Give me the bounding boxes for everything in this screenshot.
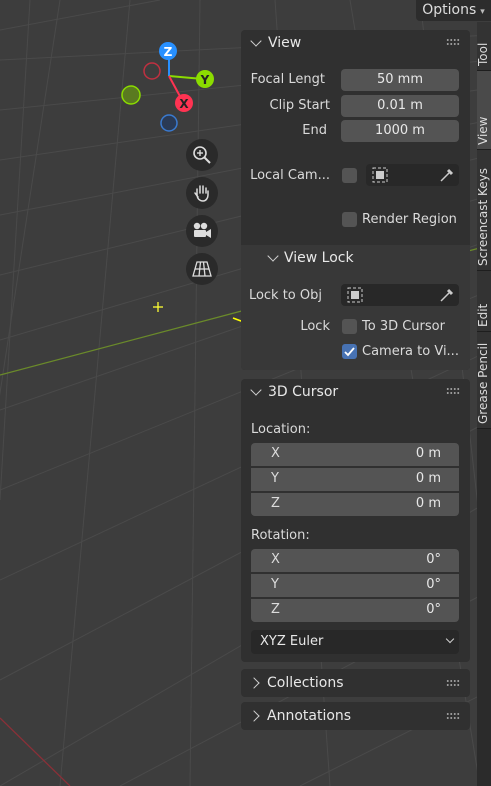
rotation-z-field[interactable]: Z 0° — [251, 599, 459, 622]
camera-to-view-label: Camera to Vi... — [362, 344, 459, 359]
pan-button[interactable] — [186, 177, 218, 209]
tab-screencast-keys[interactable]: Screencast Keys — [477, 150, 491, 271]
sidebar-tabs: Tool View Screencast Keys Edit Grease Pe… — [477, 22, 491, 786]
render-region-label: Render Region — [362, 212, 457, 227]
chevron-right-icon — [248, 710, 260, 722]
axis-value: 0° — [426, 552, 441, 567]
location-z-field[interactable]: Z 0 m — [251, 493, 459, 516]
3d-cursor-marker — [153, 302, 163, 312]
view-lock-subpanel: View Lock Lock to Obj Lock To 3D Cursor … — [241, 245, 470, 370]
eyedropper-icon[interactable] — [439, 167, 455, 183]
axis-value: 0 m — [415, 446, 441, 461]
gizmo-neg-z — [160, 114, 178, 132]
to-3d-cursor-label: To 3D Cursor — [362, 319, 445, 334]
3d-cursor-panel-title: 3D Cursor — [268, 384, 339, 400]
axis-label: Y — [271, 577, 279, 592]
view-lock-title[interactable]: View Lock — [284, 250, 354, 266]
view-panel: View Focal Lengt 50 mm Clip Start 0.01 m… — [241, 30, 470, 370]
annotations-panel[interactable]: Annotations — [241, 702, 470, 730]
drag-handle-icon[interactable] — [446, 38, 460, 46]
local-camera-picker[interactable] — [366, 164, 459, 186]
tab-view[interactable]: View — [477, 71, 491, 150]
render-region-checkbox[interactable] — [342, 212, 357, 227]
chevron-down-icon — [267, 250, 279, 262]
tab-edit-label: Edit — [477, 303, 490, 327]
gizmo-neg-y — [121, 85, 141, 105]
location-label: Location: — [251, 422, 311, 437]
focal-length-label: Focal Lengt — [250, 72, 325, 87]
checkmark-icon — [344, 347, 355, 357]
rotation-mode-value: XYZ Euler — [260, 634, 324, 649]
clip-start-label: Clip Start — [269, 98, 330, 113]
chevron-down-icon — [445, 634, 455, 644]
eyedropper-icon[interactable] — [439, 287, 455, 303]
zoom-icon — [193, 146, 211, 164]
axis-label: Z — [271, 602, 280, 617]
chevron-down-icon — [250, 35, 262, 47]
3d-cursor-panel: 3D Cursor Location: X 0 m Y 0 m Z 0 m Ro… — [241, 379, 470, 662]
gizmo-neg-x — [143, 62, 161, 80]
options-label: Options — [422, 2, 477, 18]
object-icon — [347, 287, 363, 303]
rotation-x-field[interactable]: X 0° — [251, 549, 459, 572]
x-axis-line — [0, 717, 71, 786]
view-panel-header[interactable]: View — [241, 30, 470, 56]
location-x-field[interactable]: X 0 m — [251, 443, 459, 466]
tab-grease-pencil[interactable]: Grease Pencil — [477, 332, 491, 429]
axis-value: 0 m — [415, 471, 441, 486]
camera-view-button[interactable] — [186, 215, 218, 247]
axis-label: X — [271, 552, 280, 567]
rotation-y-field[interactable]: Y 0° — [251, 574, 459, 597]
gizmo-x-label: X — [179, 97, 189, 111]
3d-cursor-panel-header[interactable]: 3D Cursor — [241, 379, 470, 405]
tab-edit[interactable]: Edit — [477, 271, 491, 332]
hand-pan-icon — [194, 185, 209, 202]
gizmo-z-label: Z — [164, 45, 173, 59]
axis-label: Z — [271, 496, 280, 511]
axis-value: 0° — [426, 602, 441, 617]
view-panel-title: View — [268, 35, 302, 51]
navigation-gizmo[interactable]: Z Y X — [115, 38, 225, 138]
clip-end-label: End — [302, 123, 327, 138]
tab-tool[interactable]: Tool — [477, 22, 491, 71]
rotation-mode-dropdown[interactable]: XYZ Euler — [251, 630, 459, 654]
clip-end-field[interactable]: 1000 m — [341, 120, 459, 142]
location-y-field[interactable]: Y 0 m — [251, 468, 459, 491]
axis-value: 0 m — [415, 496, 441, 511]
drag-handle-icon[interactable] — [446, 387, 460, 395]
collections-title: Collections — [267, 675, 344, 691]
lock-to-object-label: Lock to Obj — [248, 288, 322, 303]
local-camera-checkbox[interactable] — [342, 168, 357, 183]
drag-handle-icon[interactable] — [446, 679, 460, 687]
axis-label: Y — [271, 471, 279, 486]
drag-handle-icon[interactable] — [446, 712, 460, 720]
collections-panel[interactable]: Collections — [241, 669, 470, 697]
clip-start-field[interactable]: 0.01 m — [341, 95, 459, 117]
lock-to-object-picker[interactable] — [341, 284, 459, 306]
axis-value: 0° — [426, 577, 441, 592]
camera-to-view-checkbox[interactable] — [342, 344, 357, 359]
focal-length-field[interactable]: 50 mm — [341, 69, 459, 91]
perspective-toggle-button[interactable] — [186, 253, 218, 285]
local-camera-label: Local Cam... — [250, 168, 330, 183]
axis-label: X — [271, 446, 280, 461]
tab-tool-label: Tool — [477, 42, 490, 66]
tab-screencast-keys-label: Screencast Keys — [477, 168, 490, 266]
chevron-down-icon: ▾ — [480, 7, 485, 17]
lock-label: Lock — [300, 319, 330, 334]
chevron-down-icon — [250, 384, 262, 396]
camera-icon — [193, 222, 211, 238]
grid-perspective-icon — [192, 261, 212, 277]
gizmo-y-label: Y — [200, 73, 210, 87]
chevron-right-icon — [248, 677, 260, 689]
rotation-label: Rotation: — [251, 528, 310, 543]
zoom-button[interactable] — [186, 139, 218, 171]
object-icon — [372, 167, 388, 183]
tab-view-label: View — [477, 116, 490, 145]
options-dropdown[interactable]: Options ▾ — [416, 0, 491, 21]
tab-grease-pencil-label: Grease Pencil — [477, 342, 490, 424]
to-3d-cursor-checkbox[interactable] — [342, 319, 357, 334]
annotations-title: Annotations — [267, 708, 352, 724]
